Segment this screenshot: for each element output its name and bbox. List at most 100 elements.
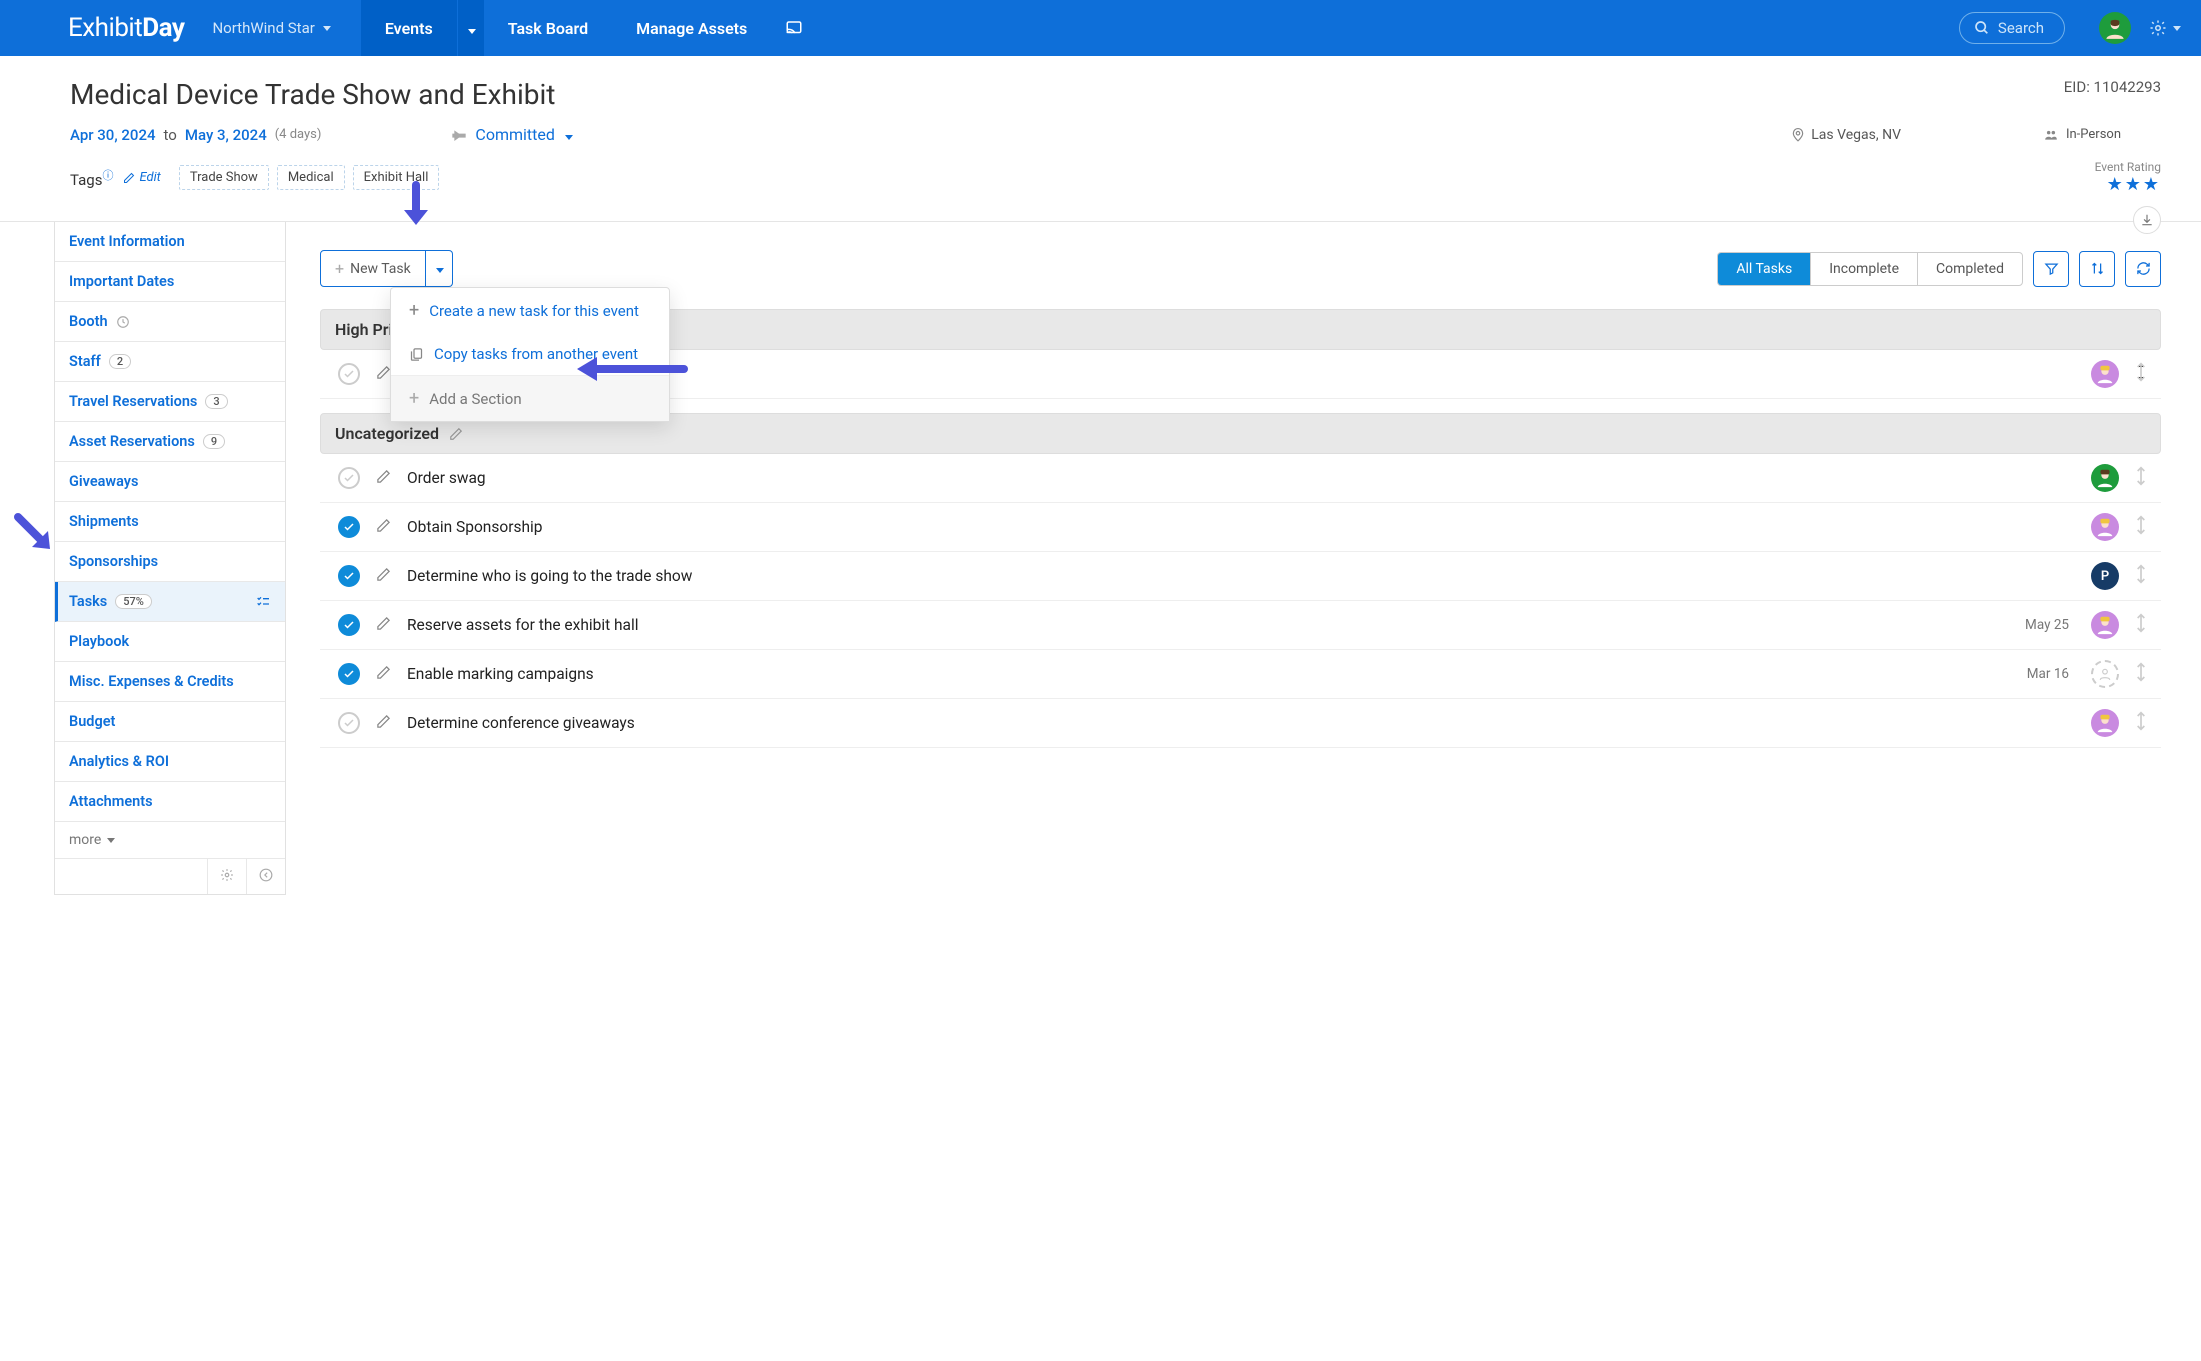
date-to-label: to — [164, 126, 177, 144]
annotation-arrow — [10, 509, 60, 559]
sidebar-item-event-information[interactable]: Event Information — [55, 222, 285, 262]
task-row[interactable]: Enable marking campaigns Mar 16 — [320, 650, 2161, 699]
drag-handle-icon[interactable] — [2135, 515, 2147, 539]
annotation-arrow — [396, 180, 436, 230]
drag-handle-icon[interactable] — [2135, 564, 2147, 588]
edit-section-icon[interactable] — [449, 427, 463, 441]
event-end-date[interactable]: May 3, 2024 — [185, 126, 267, 144]
task-title: Determine conference giveaways — [407, 714, 2075, 732]
sidebar-item-playbook[interactable]: Playbook — [55, 622, 285, 662]
task-due-date: Mar 16 — [2027, 666, 2069, 682]
event-format: In-Person — [2042, 127, 2121, 142]
nav-task-board[interactable]: Task Board — [484, 0, 612, 56]
tag-chip[interactable]: Medical — [277, 165, 345, 190]
task-assignee[interactable] — [2091, 464, 2119, 492]
edit-task-icon[interactable] — [376, 518, 391, 537]
nav-events[interactable]: Events — [361, 0, 457, 56]
new-task-button[interactable]: + New Task — [320, 250, 426, 287]
task-assignee[interactable] — [2091, 360, 2119, 388]
task-title: Reserve assets for the exhibit hall — [407, 616, 2009, 634]
top-nav: ExhibitDay NorthWind Star Events Task Bo… — [0, 0, 2201, 56]
task-checkbox[interactable] — [338, 516, 360, 538]
sidebar: Event Information Important Dates Booth … — [54, 222, 286, 895]
commitment-status[interactable]: Committed — [451, 125, 572, 144]
task-toolbar: + New Task All Tasks Incomplete Complete… — [320, 250, 2161, 287]
task-row[interactable]: Determine who is going to the trade show… — [320, 552, 2161, 601]
download-button[interactable] — [2133, 206, 2161, 234]
sidebar-item-shipments[interactable]: Shipments — [55, 502, 285, 542]
task-assignee[interactable] — [2091, 611, 2119, 639]
drag-handle-icon[interactable] — [2135, 466, 2147, 490]
task-checkbox[interactable] — [338, 663, 360, 685]
task-checkbox[interactable] — [338, 614, 360, 636]
sort-icon-button[interactable] — [2079, 251, 2115, 287]
sidebar-item-budget[interactable]: Budget — [55, 702, 285, 742]
nav-cast-icon[interactable] — [771, 0, 817, 56]
drag-handle-icon[interactable] — [2135, 711, 2147, 735]
filter-all-tasks[interactable]: All Tasks — [1718, 253, 1811, 285]
sidebar-item-staff[interactable]: Staff2 — [55, 342, 285, 382]
task-row[interactable]: Reserve assets for the exhibit hall May 2… — [320, 601, 2161, 650]
sidebar-item-attachments[interactable]: Attachments — [55, 782, 285, 822]
task-checkbox[interactable] — [338, 467, 360, 489]
task-due-date: May 25 — [2025, 617, 2069, 633]
tag-chip[interactable]: Trade Show — [179, 165, 269, 190]
task-row[interactable]: Order swag — [320, 454, 2161, 503]
sidebar-item-tasks[interactable]: Tasks57% — [55, 582, 285, 622]
sidebar-more[interactable]: more — [55, 822, 285, 858]
edit-task-icon[interactable] — [376, 567, 391, 586]
event-start-date[interactable]: Apr 30, 2024 — [70, 126, 156, 144]
nav-manage-assets[interactable]: Manage Assets — [612, 0, 771, 56]
nav-events-dropdown[interactable] — [458, 0, 484, 56]
dropdown-create-task[interactable]: + Create a new task for this event — [391, 288, 669, 333]
task-checkbox[interactable] — [338, 565, 360, 587]
edit-task-icon[interactable] — [376, 616, 391, 635]
settings-gear[interactable] — [2149, 19, 2181, 37]
event-rating[interactable]: Event Rating ★★★ — [2095, 160, 2161, 195]
event-days: (4 days) — [275, 127, 322, 142]
filter-completed[interactable]: Completed — [1918, 253, 2022, 285]
event-title: Medical Device Trade Show and Exhibit — [70, 78, 555, 111]
task-title: Enable marking campaigns — [407, 665, 2011, 683]
refresh-icon-button[interactable] — [2125, 251, 2161, 287]
task-assignee[interactable] — [2091, 513, 2119, 541]
task-checkbox[interactable] — [338, 363, 360, 385]
filter-icon-button[interactable] — [2033, 251, 2069, 287]
main-content: + New Task All Tasks Incomplete Complete… — [286, 222, 2161, 895]
filter-incomplete[interactable]: Incomplete — [1811, 253, 1918, 285]
task-filter-pills: All Tasks Incomplete Completed — [1717, 252, 2023, 286]
sidebar-collapse-icon[interactable] — [246, 859, 285, 894]
task-assignee[interactable] — [2091, 709, 2119, 737]
edit-task-icon[interactable] — [376, 365, 391, 384]
drag-handle-icon[interactable] — [2135, 613, 2147, 637]
sidebar-item-travel-reservations[interactable]: Travel Reservations3 — [55, 382, 285, 422]
edit-task-icon[interactable] — [376, 665, 391, 684]
task-assignee[interactable] — [2091, 660, 2119, 688]
logo[interactable]: ExhibitDay — [68, 13, 184, 43]
sidebar-item-booth[interactable]: Booth — [55, 302, 285, 342]
edit-task-icon[interactable] — [376, 469, 391, 488]
drag-handle-icon[interactable] — [2135, 662, 2147, 686]
edit-tags-link[interactable]: Edit — [123, 170, 160, 185]
task-row[interactable]: Determine conference giveaways — [320, 699, 2161, 748]
edit-task-icon[interactable] — [376, 714, 391, 733]
sidebar-item-giveaways[interactable]: Giveaways — [55, 462, 285, 502]
task-row[interactable]: Obtain Sponsorship — [320, 503, 2161, 552]
new-task-split-button: + New Task — [320, 250, 453, 287]
user-avatar[interactable] — [2099, 12, 2131, 44]
annotation-arrow — [569, 354, 689, 384]
task-assignee[interactable]: P — [2091, 562, 2119, 590]
tasks-icon — [255, 594, 271, 610]
sidebar-item-misc-expenses[interactable]: Misc. Expenses & Credits — [55, 662, 285, 702]
sidebar-item-asset-reservations[interactable]: Asset Reservations9 — [55, 422, 285, 462]
sidebar-item-analytics-roi[interactable]: Analytics & ROI — [55, 742, 285, 782]
event-eid: EID: 11042293 — [2064, 78, 2161, 96]
sidebar-settings-icon[interactable] — [207, 859, 246, 894]
new-task-dropdown-toggle[interactable] — [426, 250, 453, 287]
workspace-selector[interactable]: NorthWind Star — [212, 19, 330, 37]
task-checkbox[interactable] — [338, 712, 360, 734]
drag-handle-icon[interactable] — [2135, 362, 2147, 386]
sidebar-item-sponsorships[interactable]: Sponsorships — [55, 542, 285, 582]
search-button[interactable]: Search — [1959, 12, 2065, 44]
sidebar-item-important-dates[interactable]: Important Dates — [55, 262, 285, 302]
